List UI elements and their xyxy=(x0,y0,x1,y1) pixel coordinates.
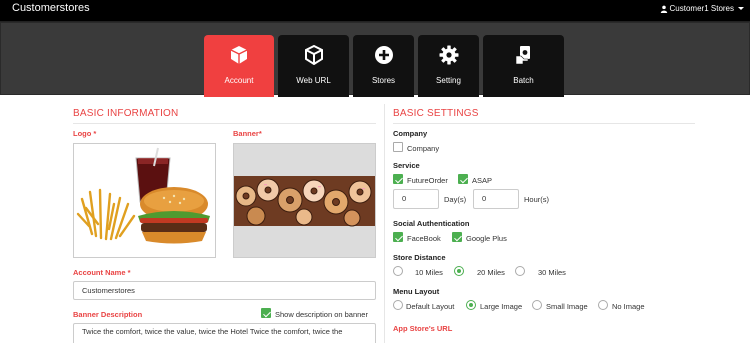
user-icon xyxy=(660,5,667,13)
banner-description-textarea[interactable]: Twice the comfort, twice the value, twic… xyxy=(73,323,376,343)
company-label: Company xyxy=(393,129,428,138)
distance-10-radio[interactable] xyxy=(393,266,403,276)
future-order-label: FutureOrder xyxy=(407,176,448,185)
tab-account-label: Account xyxy=(224,76,254,85)
tab-setting-label: Setting xyxy=(436,76,461,85)
layout-default-radio[interactable] xyxy=(393,300,403,310)
layout-no-image-radio[interactable] xyxy=(598,300,608,310)
app-store-url-label: App Store's URL xyxy=(393,324,453,333)
cube-icon xyxy=(230,46,248,64)
layout-small-image-radio[interactable] xyxy=(532,300,542,310)
distance-20-label: 20 Miles xyxy=(477,268,505,277)
basic-settings-divider xyxy=(393,123,695,124)
banner-description-label: Banner Description xyxy=(73,310,143,319)
tab-account[interactable]: Account xyxy=(204,35,274,97)
menu-layout-label: Menu Layout xyxy=(393,287,440,296)
future-order-checkbox[interactable] xyxy=(393,174,403,184)
distance-20-radio[interactable] xyxy=(454,266,464,276)
days-label: Day(s) xyxy=(444,195,467,204)
basic-settings-title: BASIC SETTINGS xyxy=(393,108,479,119)
account-name-input[interactable]: Customerstores xyxy=(73,281,376,300)
layout-small-image-label: Small Image xyxy=(546,302,588,311)
show-description-checkbox[interactable] xyxy=(261,308,271,318)
tab-web-url-label: Web URL xyxy=(296,76,331,85)
google-plus-label: Google Plus xyxy=(466,234,507,243)
user-menu[interactable]: Customer1 Stores xyxy=(660,4,744,13)
top-navbar: Customerstores Customer1 Stores xyxy=(0,0,750,21)
asap-checkbox[interactable] xyxy=(458,174,468,184)
facebook-label: FaceBook xyxy=(407,234,441,243)
asap-label: ASAP xyxy=(472,176,493,185)
tab-setting[interactable]: Setting xyxy=(418,35,479,97)
brand-title[interactable]: Customerstores xyxy=(12,2,90,14)
column-divider xyxy=(384,104,385,343)
basic-information-title: BASIC INFORMATION xyxy=(73,108,179,119)
banner-image[interactable] xyxy=(233,143,376,258)
plus-circle-icon xyxy=(374,46,393,64)
burger-fries-illustration xyxy=(74,144,215,257)
company-option-label: Company xyxy=(407,144,440,153)
google-plus-checkbox[interactable] xyxy=(452,232,462,242)
chevron-down-icon xyxy=(738,7,744,10)
tab-stores[interactable]: Stores xyxy=(353,35,414,97)
tab-batch[interactable]: Batch xyxy=(483,35,564,97)
cube-outline-icon xyxy=(304,45,323,65)
money-hand-icon xyxy=(515,46,530,65)
layout-large-image-radio[interactable] xyxy=(466,300,476,310)
account-name-label: Account Name * xyxy=(73,268,131,277)
tab-batch-label: Batch xyxy=(513,76,534,85)
layout-no-image-label: No Image xyxy=(612,302,645,311)
layout-default-label: Default Layout xyxy=(406,302,455,311)
user-menu-label: Customer1 Stores xyxy=(669,4,734,13)
donuts-illustration xyxy=(234,144,375,257)
logo-label: Logo * xyxy=(73,129,97,138)
hours-input[interactable]: 0 xyxy=(473,189,519,209)
days-input[interactable]: 0 xyxy=(393,189,439,209)
tab-stores-label: Stores xyxy=(371,76,396,85)
hours-label: Hour(s) xyxy=(524,195,550,204)
distance-10-label: 10 Miles xyxy=(415,268,443,277)
logo-image[interactable] xyxy=(73,143,216,258)
tab-web-url[interactable]: Web URL xyxy=(278,35,349,97)
facebook-checkbox[interactable] xyxy=(393,232,403,242)
service-label: Service xyxy=(393,161,420,170)
company-checkbox[interactable] xyxy=(393,142,403,152)
store-distance-label: Store Distance xyxy=(393,253,446,262)
basic-information-divider xyxy=(73,123,376,124)
distance-30-radio[interactable] xyxy=(515,266,525,276)
banner-label: Banner* xyxy=(233,129,262,138)
social-authentication-label: Social Authentication xyxy=(393,219,470,228)
show-description-label: Show description on banner xyxy=(275,310,368,319)
nav-band: Account Web URL Stores Setting Batch xyxy=(0,21,750,97)
layout-large-image-label: Large Image xyxy=(480,302,523,311)
distance-30-label: 30 Miles xyxy=(538,268,566,277)
gear-icon xyxy=(439,45,458,65)
